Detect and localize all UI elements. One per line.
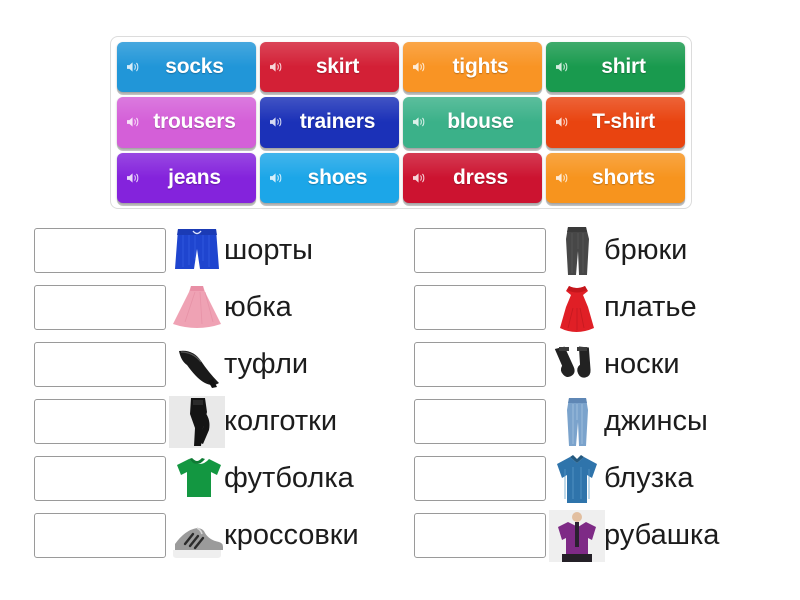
answer-row: кроссовки	[34, 507, 359, 564]
word-tile-label: tights	[452, 55, 509, 79]
item-word-label: платье	[604, 291, 697, 323]
item-word-label: шорты	[224, 234, 314, 266]
blue-shorts-image	[168, 223, 226, 279]
word-tile-tights[interactable]: tights	[403, 42, 542, 93]
answer-row: рубашка	[414, 507, 719, 564]
speaker-icon[interactable]	[269, 116, 284, 129]
answer-dropbox[interactable]	[414, 228, 546, 273]
answer-dropbox[interactable]	[414, 399, 546, 444]
answer-dropbox[interactable]	[34, 228, 166, 273]
word-tile-trousers[interactable]: trousers	[117, 97, 256, 148]
word-tile-label: shorts	[592, 165, 655, 189]
speaker-icon[interactable]	[412, 61, 427, 74]
black-high-heel-image	[168, 337, 226, 393]
item-word-label: брюки	[604, 234, 688, 266]
activity-root: socks skirt tights shirt trousers trainers blo…	[0, 0, 800, 600]
answer-row: носки	[414, 336, 719, 393]
item-word-label: джинсы	[604, 405, 708, 437]
item-word-label: носки	[604, 348, 680, 380]
word-tile-socks[interactable]: socks	[117, 42, 256, 93]
answer-dropbox[interactable]	[34, 342, 166, 387]
item-word-label: футболка	[224, 462, 354, 494]
word-bank-panel: socks skirt tights shirt trousers trainers blo…	[110, 36, 692, 209]
word-tile-label: shirt	[601, 55, 646, 79]
answer-row: брюки	[414, 222, 719, 279]
word-tile-jeans[interactable]: jeans	[117, 152, 256, 203]
speaker-icon[interactable]	[555, 116, 570, 129]
word-tile-shirt[interactable]: shirt	[546, 42, 685, 93]
purple-shirt-image	[548, 508, 606, 564]
item-word-label: блузка	[604, 462, 694, 494]
word-tile-skirt[interactable]: skirt	[260, 42, 399, 93]
word-tile-shoes[interactable]: shoes	[260, 152, 399, 203]
answer-row: шорты	[34, 222, 359, 279]
answer-column-left: шорты юбка туфли колготки футболка кроссовки	[34, 222, 359, 564]
word-tile-grid: socks skirt tights shirt trousers trainers blo…	[117, 42, 685, 203]
answer-row: туфли	[34, 336, 359, 393]
answer-dropbox[interactable]	[34, 399, 166, 444]
answer-dropbox[interactable]	[34, 285, 166, 330]
word-tile-label: trousers	[153, 110, 236, 134]
black-socks-image	[548, 337, 606, 393]
word-tile-blouse[interactable]: blouse	[403, 97, 542, 148]
speaker-icon[interactable]	[269, 61, 284, 74]
word-tile-label: blouse	[447, 110, 514, 134]
answer-row: юбка	[34, 279, 359, 336]
word-tile-label: dress	[452, 165, 509, 189]
word-tile-t-shirt[interactable]: T-shirt	[546, 97, 685, 148]
answer-row: колготки	[34, 393, 359, 450]
speaker-icon[interactable]	[412, 171, 427, 184]
speaker-icon[interactable]	[126, 61, 141, 74]
word-tile-label: shoes	[307, 165, 368, 189]
blue-blouse-image	[548, 451, 606, 507]
answer-dropbox[interactable]	[34, 513, 166, 558]
word-tile-trainers[interactable]: trainers	[260, 97, 399, 148]
speaker-icon[interactable]	[555, 171, 570, 184]
answer-dropbox[interactable]	[414, 456, 546, 501]
word-tile-label: T-shirt	[592, 110, 655, 134]
answer-row: футболка	[34, 450, 359, 507]
item-word-label: кроссовки	[224, 519, 359, 551]
answer-dropbox[interactable]	[34, 456, 166, 501]
red-dress-image	[548, 280, 606, 336]
word-tile-label: socks	[165, 55, 224, 79]
answer-row: джинсы	[414, 393, 719, 450]
word-tile-label: jeans	[168, 165, 221, 189]
blue-jeans-image	[548, 394, 606, 450]
item-word-label: юбка	[224, 291, 292, 323]
black-tights-image	[168, 394, 226, 450]
item-word-label: колготки	[224, 405, 338, 437]
answer-row: блузка	[414, 450, 719, 507]
answer-row: платье	[414, 279, 719, 336]
answer-dropbox[interactable]	[414, 342, 546, 387]
answer-column-right: брюки платье носки джинсы блузка рубашка	[414, 222, 719, 564]
item-word-label: рубашка	[604, 519, 720, 551]
speaker-icon[interactable]	[412, 116, 427, 129]
speaker-icon[interactable]	[555, 61, 570, 74]
grey-trainers-image	[168, 508, 226, 564]
word-tile-label: trainers	[299, 110, 376, 134]
word-tile-dress[interactable]: dress	[403, 152, 542, 203]
answer-dropbox[interactable]	[414, 513, 546, 558]
answer-dropbox[interactable]	[414, 285, 546, 330]
speaker-icon[interactable]	[269, 171, 284, 184]
speaker-icon[interactable]	[126, 171, 141, 184]
pink-skirt-image	[168, 280, 226, 336]
word-tile-label: skirt	[315, 55, 360, 79]
grey-trousers-image	[548, 223, 606, 279]
word-tile-shorts[interactable]: shorts	[546, 152, 685, 203]
green-tshirt-image	[168, 451, 226, 507]
item-word-label: туфли	[224, 348, 309, 380]
